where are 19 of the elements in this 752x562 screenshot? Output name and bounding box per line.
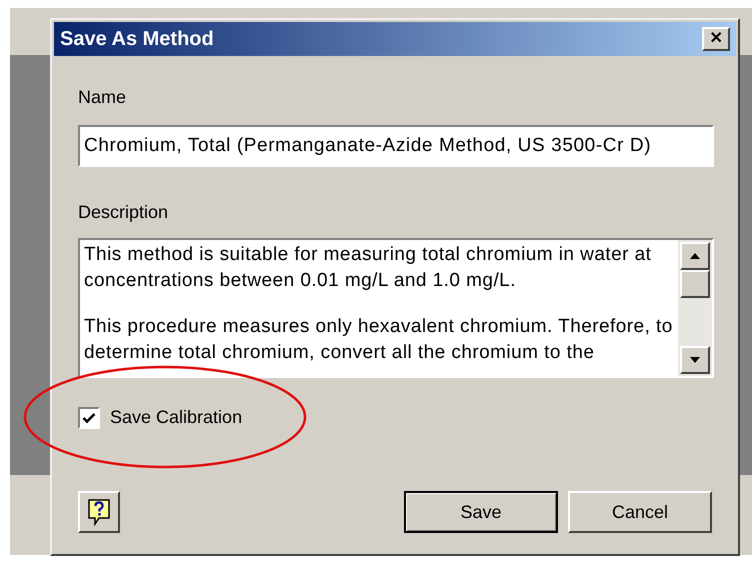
name-label: Name: [78, 86, 128, 109]
checkbox-label: Save Calibration: [110, 406, 242, 429]
description-paragraph: This procedure measures only hexavalent chromium. Therefore, to determine total chromium, convert all the chromium to the: [84, 315, 674, 365]
checkbox[interactable]: [78, 406, 100, 428]
help-button[interactable]: [78, 491, 120, 533]
description-paragraph: This method is suitable for measuring total chromium in water at concentrations between 0.01 mg/L and 1.0 mg/L.: [84, 243, 652, 293]
name-field[interactable]: Chromium, Total (Permanganate-Azide Method, US 3500-Cr D): [78, 125, 714, 167]
scroll-down-icon[interactable]: [680, 346, 710, 374]
close-button[interactable]: ✕: [702, 27, 730, 51]
window-title: Save As Method: [60, 27, 214, 52]
dialog-button[interactable]: Save: [404, 491, 558, 533]
scroll-up-icon[interactable]: [680, 242, 710, 270]
dialog-button[interactable]: Cancel: [568, 491, 712, 533]
description-label: Description: [78, 201, 170, 224]
description-field[interactable]: [78, 238, 714, 378]
scrollbar[interactable]: [678, 240, 712, 376]
scroll-thumb[interactable]: [680, 270, 710, 298]
help-icon: [87, 498, 111, 526]
check-icon: [82, 412, 96, 424]
